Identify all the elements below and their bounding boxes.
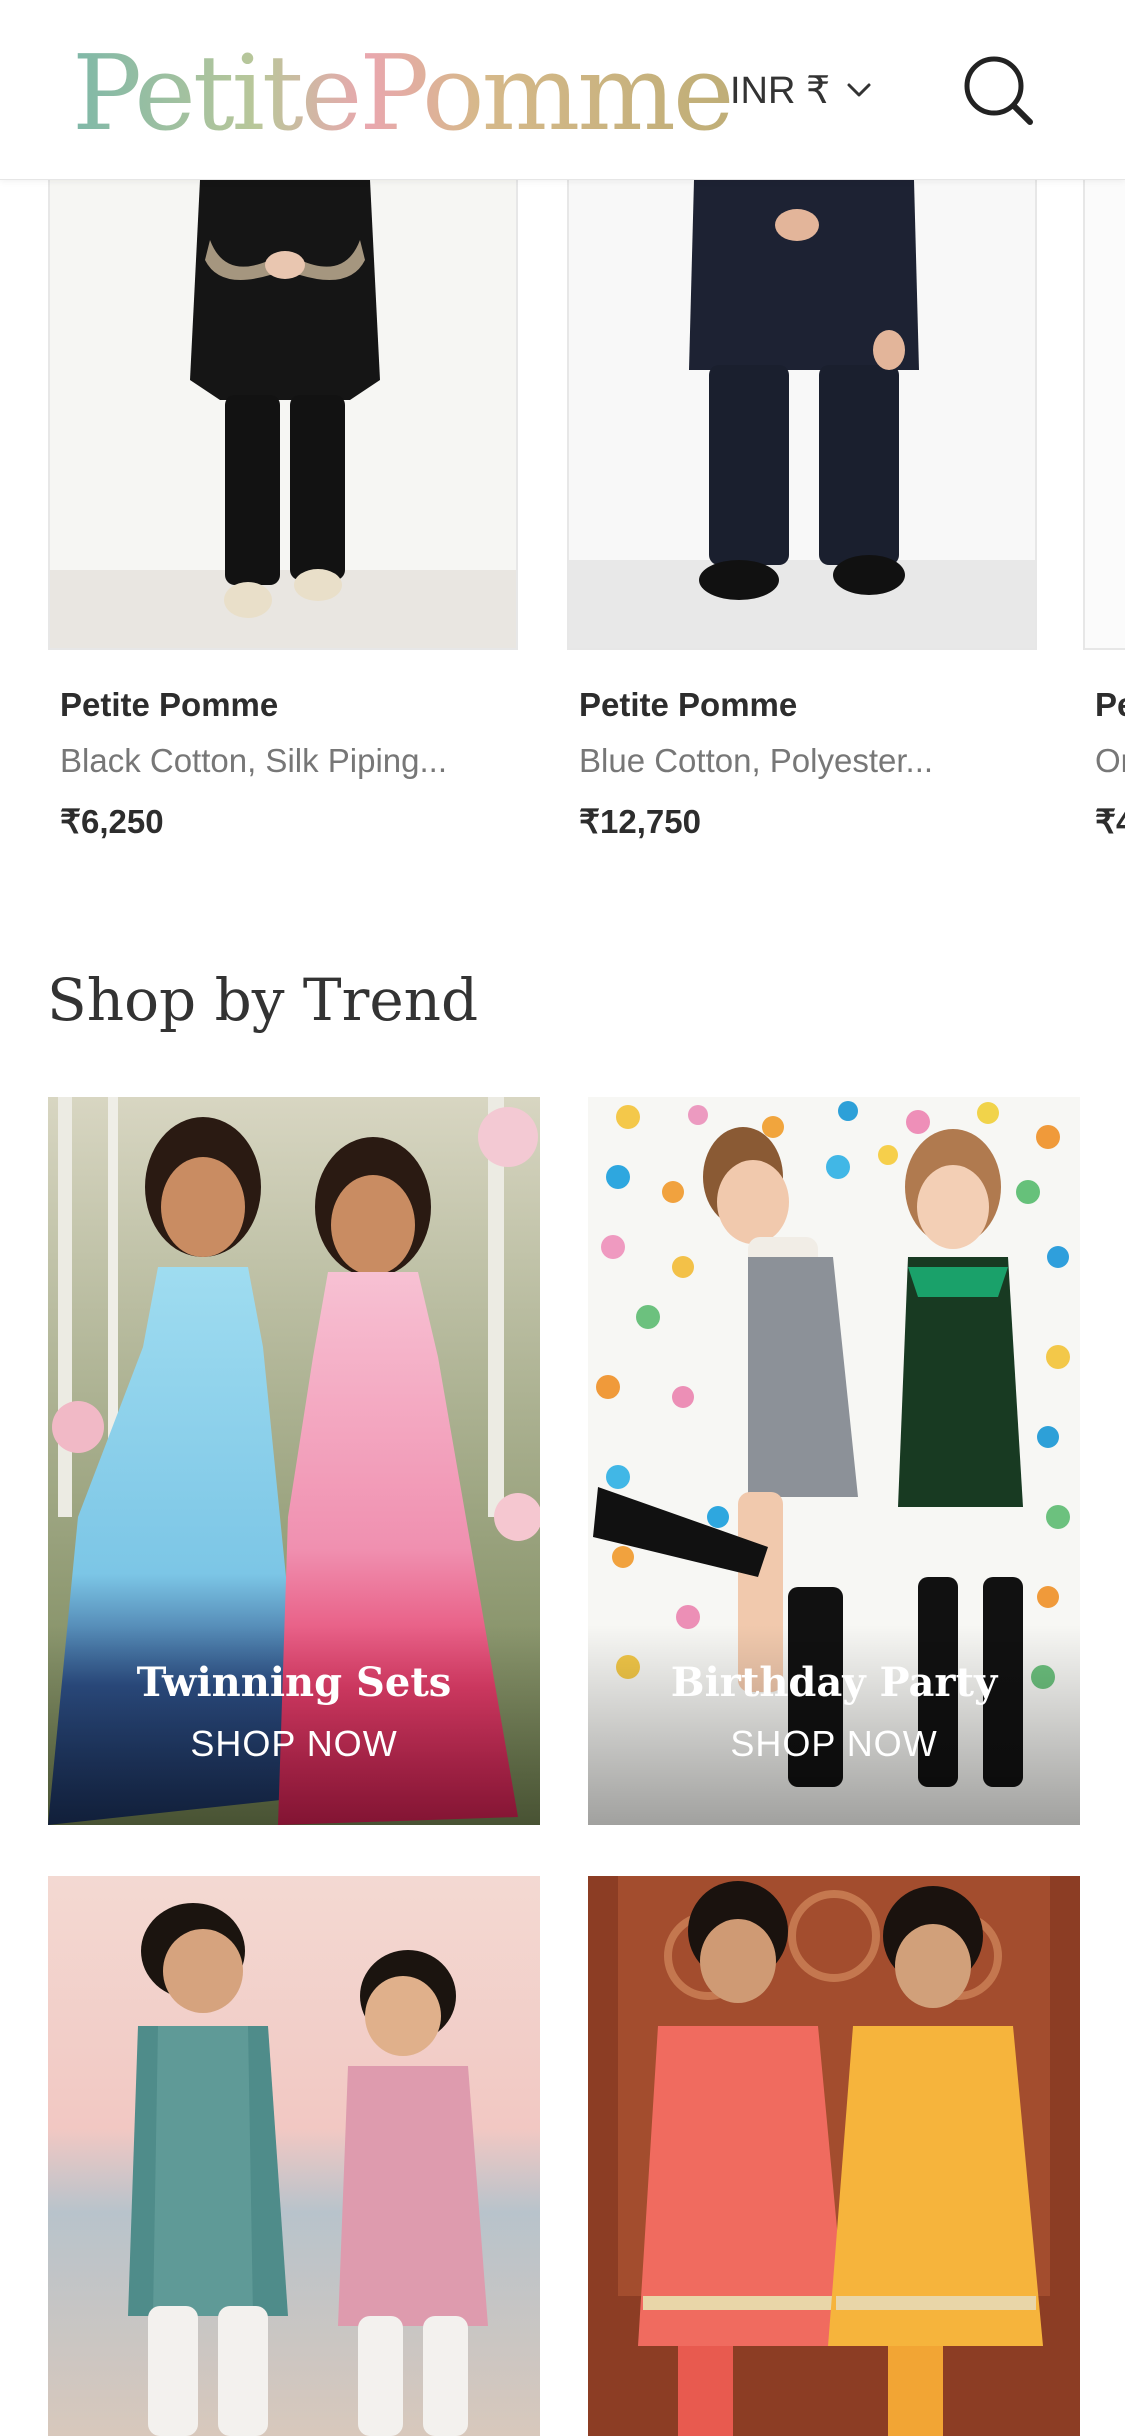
- product-image[interactable]: [48, 180, 518, 650]
- product-photo: [569, 180, 1035, 648]
- product-photo: [50, 180, 516, 648]
- currency-selector[interactable]: INR ₹: [730, 62, 874, 118]
- trend-tile-twinning-sets[interactable]: Twinning Sets SHOP NOW: [48, 1097, 540, 1825]
- search-icon[interactable]: [960, 52, 1036, 128]
- app-header: PetitePomme INR ₹: [0, 0, 1125, 180]
- product-description: Black Cotton, Silk Piping...: [60, 742, 448, 779]
- product-image[interactable]: [567, 180, 1037, 650]
- page: PetitePomme INR ₹ Petite Pomme Black Cot…: [0, 0, 1125, 2436]
- tile-title: Twinning Sets: [136, 1659, 452, 1706]
- trend-photo: [588, 1876, 1080, 2436]
- product-description: Or: [1095, 742, 1125, 779]
- product-price: ₹6,250: [60, 803, 164, 840]
- currency-label: INR ₹: [730, 69, 831, 112]
- product-brand: Pe: [1095, 686, 1125, 723]
- trend-tile-kurta-set[interactable]: [48, 1876, 540, 2436]
- product-image[interactable]: [1083, 180, 1125, 650]
- chevron-down-icon: [847, 83, 871, 97]
- product-carousel[interactable]: Petite Pomme Black Cotton, Silk Piping..…: [0, 180, 1125, 880]
- product-brand: Petite Pomme: [60, 686, 279, 723]
- brand-logo[interactable]: PetitePomme: [72, 38, 734, 148]
- product-price: ₹4: [1095, 803, 1125, 840]
- trend-tile-ethnic-wear[interactable]: [588, 1876, 1080, 2436]
- tile-title: Birthday Party: [670, 1659, 998, 1706]
- product-brand: Petite Pomme: [579, 686, 798, 723]
- trend-tile-birthday-party[interactable]: Birthday Party SHOP NOW: [588, 1097, 1080, 1825]
- product-card[interactable]: Petite Pomme Black Cotton, Silk Piping..…: [48, 180, 518, 841]
- product-price: ₹12,750: [579, 803, 701, 840]
- product-card[interactable]: Pe Or ₹4: [1083, 180, 1125, 841]
- product-card[interactable]: Petite Pomme Blue Cotton, Polyester... ₹…: [567, 180, 1037, 841]
- section-title: Shop by Trend: [47, 966, 479, 1034]
- shop-now-link[interactable]: SHOP NOW: [48, 1723, 540, 1765]
- product-description: Blue Cotton, Polyester...: [579, 742, 934, 779]
- shop-now-link[interactable]: SHOP NOW: [588, 1723, 1080, 1765]
- trend-photo: [48, 1876, 540, 2436]
